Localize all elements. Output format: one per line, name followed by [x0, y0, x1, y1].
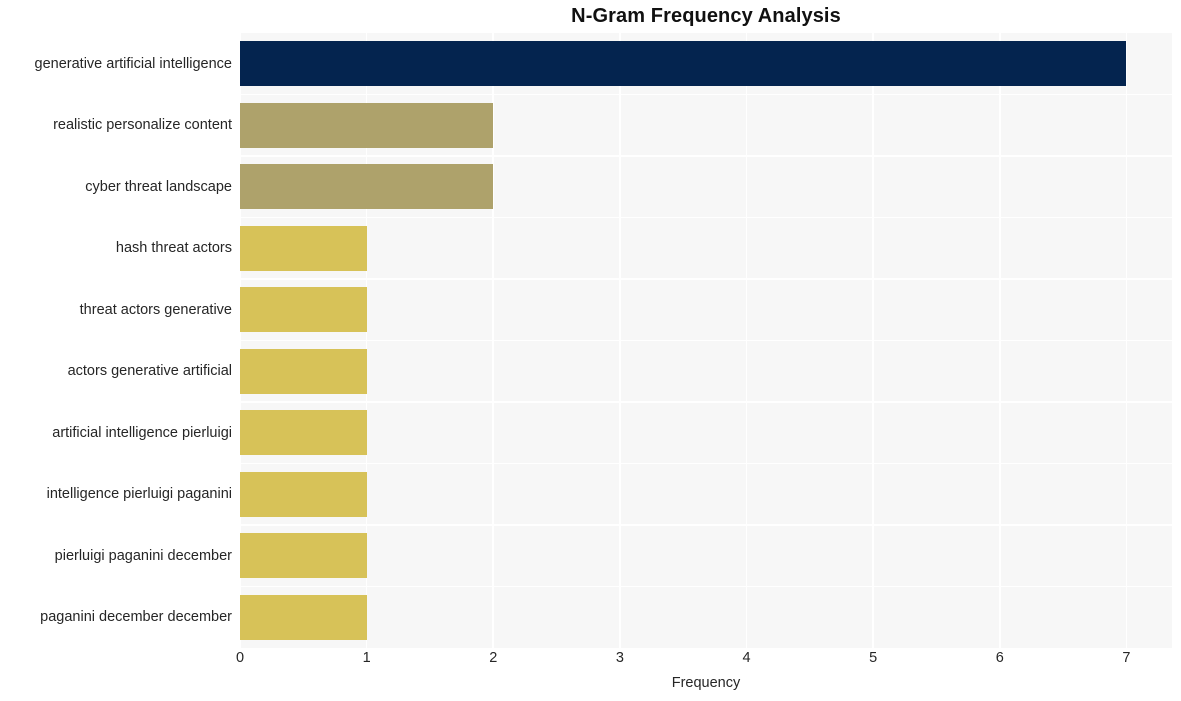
y-axis-tick-label: realistic personalize content [53, 117, 232, 134]
x-axis-tick-label: 7 [1122, 650, 1131, 666]
gridline-y-9 [240, 585, 1172, 588]
bar [240, 594, 367, 640]
x-axis-tick-label: 0 [235, 650, 245, 666]
x-axis-tick-label: 4 [742, 650, 751, 666]
bar [240, 410, 367, 456]
gridline-y-7 [240, 462, 1172, 465]
x-axis-tick-label: 2 [489, 650, 498, 666]
chart-title: N-Gram Frequency Analysis [571, 5, 841, 27]
gridline-y-3 [240, 216, 1172, 219]
gridline-y-1 [240, 93, 1172, 96]
y-axis-tick-label: artificial intelligence pierluigi [52, 424, 232, 441]
y-axis-tick-label: generative artificial intelligence [34, 55, 232, 72]
y-axis-tick-label: cyber threat landscape [85, 178, 232, 195]
x-axis-tick-label: 3 [615, 650, 624, 666]
gridline-y-8 [240, 524, 1172, 526]
gridline-y-5 [240, 339, 1172, 342]
bar [240, 533, 367, 579]
bar [240, 348, 367, 394]
x-axis-tick-label: 6 [995, 650, 1004, 666]
y-axis-tick-label: actors generative artificial [67, 363, 232, 380]
y-axis-tick-label: hash threat actors [115, 240, 232, 257]
bar [240, 287, 367, 333]
bar [240, 164, 494, 210]
gridline-y-2 [240, 155, 1172, 157]
y-axis-tick-label: threat actors generative [79, 301, 232, 318]
bar [240, 102, 494, 148]
y-axis-tick-label: pierluigi paganini december [54, 547, 232, 564]
bar [240, 471, 367, 517]
bar [240, 41, 1127, 87]
y-axis-tick-label: intelligence pierluigi paganini [46, 486, 232, 503]
plot-area [240, 33, 1172, 648]
x-axis-tick-labels: 0 1 2 3 4 5 6 7 [236, 650, 1172, 672]
x-axis-title: Frequency [671, 675, 741, 691]
gridline-y-4 [240, 278, 1172, 280]
bar [240, 225, 367, 271]
x-axis-tick-label: 5 [869, 650, 878, 666]
y-axis-tick-label: paganini december december [40, 609, 232, 626]
y-axis-tick-labels: generative artificial intelligence realis… [0, 33, 232, 648]
chart-figure: N-Gram Frequency Analysis generative art… [0, 0, 1181, 701]
gridline-y-6 [240, 401, 1172, 403]
x-axis-tick-label: 1 [362, 650, 371, 666]
